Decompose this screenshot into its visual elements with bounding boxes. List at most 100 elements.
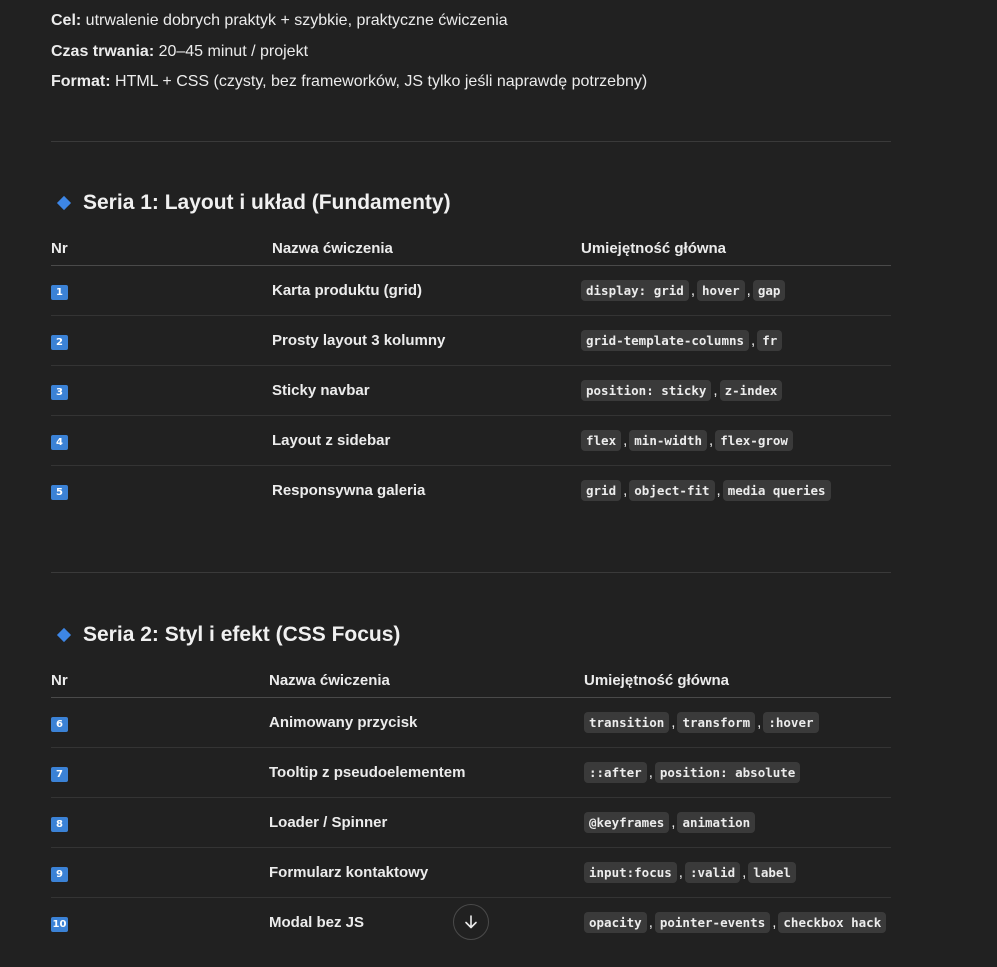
skills-cell: input:focus,:valid, label [584, 847, 891, 898]
separator: , [713, 382, 718, 399]
separator: , [746, 282, 751, 299]
divider [51, 572, 891, 573]
exercise-name: Karta produktu (grid) [272, 265, 581, 316]
separator: , [648, 764, 653, 781]
divider [51, 141, 891, 142]
skill-code: flex-grow [715, 430, 793, 451]
exercise-name: Layout z sidebar [272, 415, 581, 466]
format-label: Format: [51, 73, 111, 90]
table-row: 7 Tooltip z pseudoelementem::after, positi… [51, 747, 891, 798]
separator: , [716, 482, 721, 499]
row-number-cell: 5 [51, 466, 272, 516]
skill-code: animation [677, 812, 756, 833]
separator: , [751, 332, 756, 349]
separator: , [742, 864, 747, 881]
goal-label: Cel: [51, 12, 82, 29]
duration-line: Czas trwania: 20–45 minut / projekt [51, 37, 308, 67]
row-number-cell: 6 [51, 697, 269, 748]
table-row: 3 Sticky navbar position: sticky, z-index [51, 365, 891, 416]
skill-code: display: grid [581, 280, 689, 301]
skill-code: fr [757, 330, 783, 351]
table-row: 2 Prosty layout 3 kolumny grid-template-co… [51, 315, 891, 366]
skills-cell: flex, min-width, flex-grow [581, 415, 891, 466]
separator: , [671, 714, 676, 731]
table-row: 9 Formularz kontaktowy input:focus,:valid,… [51, 847, 891, 898]
exercise-name: Animowany przycisk [269, 697, 584, 748]
skill-code: grid-template-columns [581, 330, 750, 351]
row-number-cell: 8 [51, 797, 269, 848]
skills-cell: @keyframes, animation [584, 797, 891, 848]
skill-code: @keyframes [584, 812, 670, 833]
goal-line: Cel: utrwalenie dobrych praktyk + szybki… [51, 6, 508, 36]
skill-code: pointer-events [654, 912, 771, 933]
column-header: Nazwa ćwiczenia [269, 663, 584, 698]
exercise-name: Modal bez JS [269, 914, 365, 931]
skill-code: z-index [719, 380, 783, 401]
number-badge-icon: 2 [51, 334, 68, 350]
exercise-name: Formularz kontaktowy [269, 847, 584, 898]
table-row: 8 Loader / Spinner @keyframes, animation [51, 797, 891, 848]
row-number-cell: 4 [51, 415, 272, 466]
skill-code: opacity [584, 912, 647, 933]
row-number-cell: 9 [51, 847, 269, 898]
exercise-name: Responsywna galeria [272, 482, 426, 499]
exercise-name: Tooltip z pseudoelementem [269, 747, 584, 798]
column-header: Nr [51, 663, 269, 698]
skill-code: :valid [684, 862, 741, 883]
table-header-row: Nr Nazwa ćwiczenia Umiejętność główna [51, 663, 891, 698]
skill-code: hover [697, 280, 745, 301]
series-2-heading: Seria 2: Styl i efekt (CSS Focus) [56, 623, 401, 647]
table-row: 6 Animowany przycisk transition, transform,… [51, 697, 891, 748]
separator: , [648, 914, 653, 931]
exercise-name: Sticky navbar [272, 365, 581, 416]
table-header-row: Nr Nazwa ćwiczenia Umiejętność główna [51, 231, 891, 266]
series-2-title: Seria 2: Styl i efekt (CSS Focus) [83, 623, 401, 646]
separator: , [772, 914, 777, 931]
column-header: Nr [51, 231, 272, 266]
skills-cell: opacity, pointer-events, checkbox hack [584, 898, 891, 948]
exercise-name: Loader / Spinner [269, 797, 584, 848]
separator: , [690, 282, 696, 299]
series-1-heading: Seria 1: Layout i układ (Fundamenty) [56, 191, 451, 215]
number-badge-icon: 7 [51, 766, 68, 782]
separator: , [671, 814, 676, 831]
arrow-down-icon [465, 915, 477, 929]
exercise-name: Prosty layout 3 kolumny [272, 315, 581, 366]
number-badge-icon: 9 [51, 866, 68, 882]
column-header: Nazwa ćwiczenia [272, 231, 581, 266]
column-header: Umiejętność główna [581, 231, 891, 266]
duration-text: 20–45 minut / projekt [154, 43, 309, 60]
skill-code: position: absolute [654, 762, 801, 783]
number-badge-icon: 5 [51, 484, 68, 500]
row-number-cell: 1 [51, 265, 272, 316]
separator: , [757, 714, 762, 731]
skills-cell: position: sticky, z-index [581, 365, 891, 416]
skill-code: transition [584, 712, 670, 733]
skills-cell: transition, transform,:hover [584, 697, 891, 748]
series-1-table: Nr Nazwa ćwiczenia Umiejętność główna 1 Kart… [51, 231, 891, 515]
separator: , [623, 432, 628, 449]
number-badge-icon: 6 [51, 716, 68, 732]
number-badge-icon: 4 [51, 434, 68, 450]
skill-code: label [748, 862, 796, 883]
skills-cell: grid-template-columns, fr [581, 315, 891, 366]
skill-code: gap [752, 280, 786, 301]
skill-code: transform [677, 712, 756, 733]
format-line: Format: HTML + CSS (czysty, bez framewor… [51, 67, 647, 97]
format-text: HTML + CSS (czysty, bez frameworków, JS … [110, 73, 648, 90]
blue-diamond-icon [56, 195, 72, 211]
table-row: 1 Karta produktu (grid) display: grid, hove… [51, 265, 891, 316]
separator: , [678, 864, 683, 881]
duration-label: Czas trwania: [51, 43, 155, 60]
row-number-cell: 7 [51, 747, 269, 798]
series-1-title: Seria 1: Layout i układ (Fundamenty) [83, 191, 451, 214]
table-row: 4 Layout z sidebar flex, min-width, flex-gro… [51, 415, 891, 466]
blue-diamond-icon [56, 627, 72, 643]
skill-code: checkbox hack [778, 912, 887, 933]
skill-code: min-width [629, 430, 708, 451]
skills-cell: grid, object-fit, media queries [581, 466, 891, 516]
scroll-down-button[interactable] [453, 904, 489, 940]
skill-code: input:focus [584, 862, 677, 883]
skills-cell: display: grid, hover, gap [581, 265, 891, 316]
skill-code: ::after [584, 762, 647, 783]
